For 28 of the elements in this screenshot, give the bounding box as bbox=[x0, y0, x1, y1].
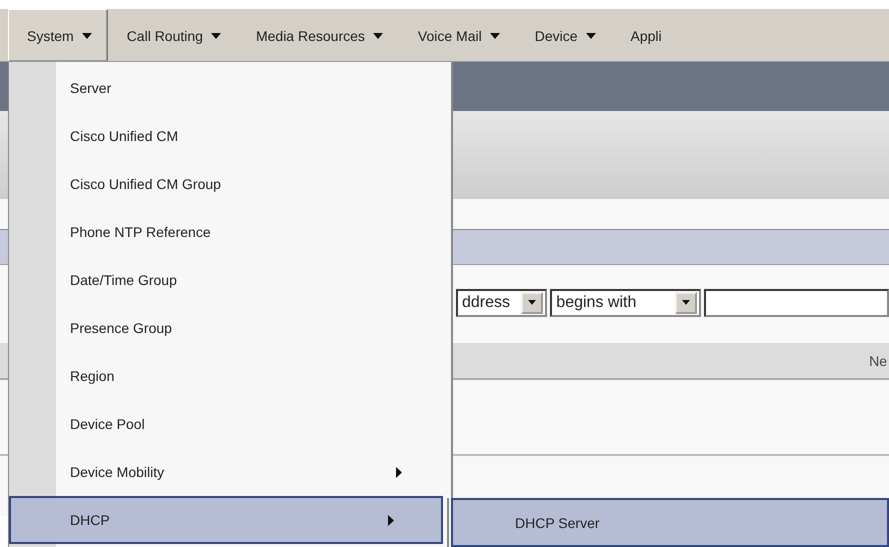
caret-icon bbox=[210, 32, 221, 38]
operator-select[interactable]: begins with bbox=[550, 288, 701, 316]
caret-icon bbox=[682, 300, 690, 305]
menu-bar-item[interactable]: System bbox=[8, 9, 108, 61]
search-field[interactable] bbox=[704, 288, 889, 316]
menu-item[interactable]: DHCP Server bbox=[451, 498, 889, 547]
menu-bar-item[interactable]: Device bbox=[516, 9, 612, 61]
menu-bar-item[interactable]: Appli bbox=[612, 9, 678, 61]
caret-icon bbox=[490, 32, 500, 38]
menu-bar-item[interactable]: Voice Mail bbox=[398, 9, 516, 61]
menu-item[interactable]: Cisco Unified CM bbox=[9, 112, 451, 160]
caret-icon bbox=[82, 32, 92, 38]
menu-bar-item[interactable]: Call Routing bbox=[108, 9, 237, 61]
menu-item[interactable]: Phone NTP Reference bbox=[9, 208, 451, 256]
menu-item[interactable]: Presence Group bbox=[9, 304, 451, 352]
menu-item[interactable]: DHCP bbox=[9, 496, 443, 544]
menu-item[interactable]: Device Mobility bbox=[9, 448, 451, 496]
column-header: Ne bbox=[869, 352, 887, 368]
caret-icon bbox=[586, 32, 596, 38]
menu-bar-item[interactable]: Media Resources bbox=[236, 9, 399, 61]
menu-item[interactable]: Cisco Unified CM Group bbox=[9, 160, 451, 208]
caret-icon bbox=[528, 300, 536, 305]
field-select[interactable]: ddress bbox=[456, 288, 548, 316]
menu-item[interactable]: Device Pool bbox=[9, 400, 451, 448]
menu-item[interactable]: Region bbox=[9, 352, 451, 400]
menu-item[interactable]: Date/Time Group bbox=[9, 256, 451, 304]
menu-item[interactable]: Server bbox=[9, 64, 451, 112]
caret-icon bbox=[372, 32, 383, 38]
